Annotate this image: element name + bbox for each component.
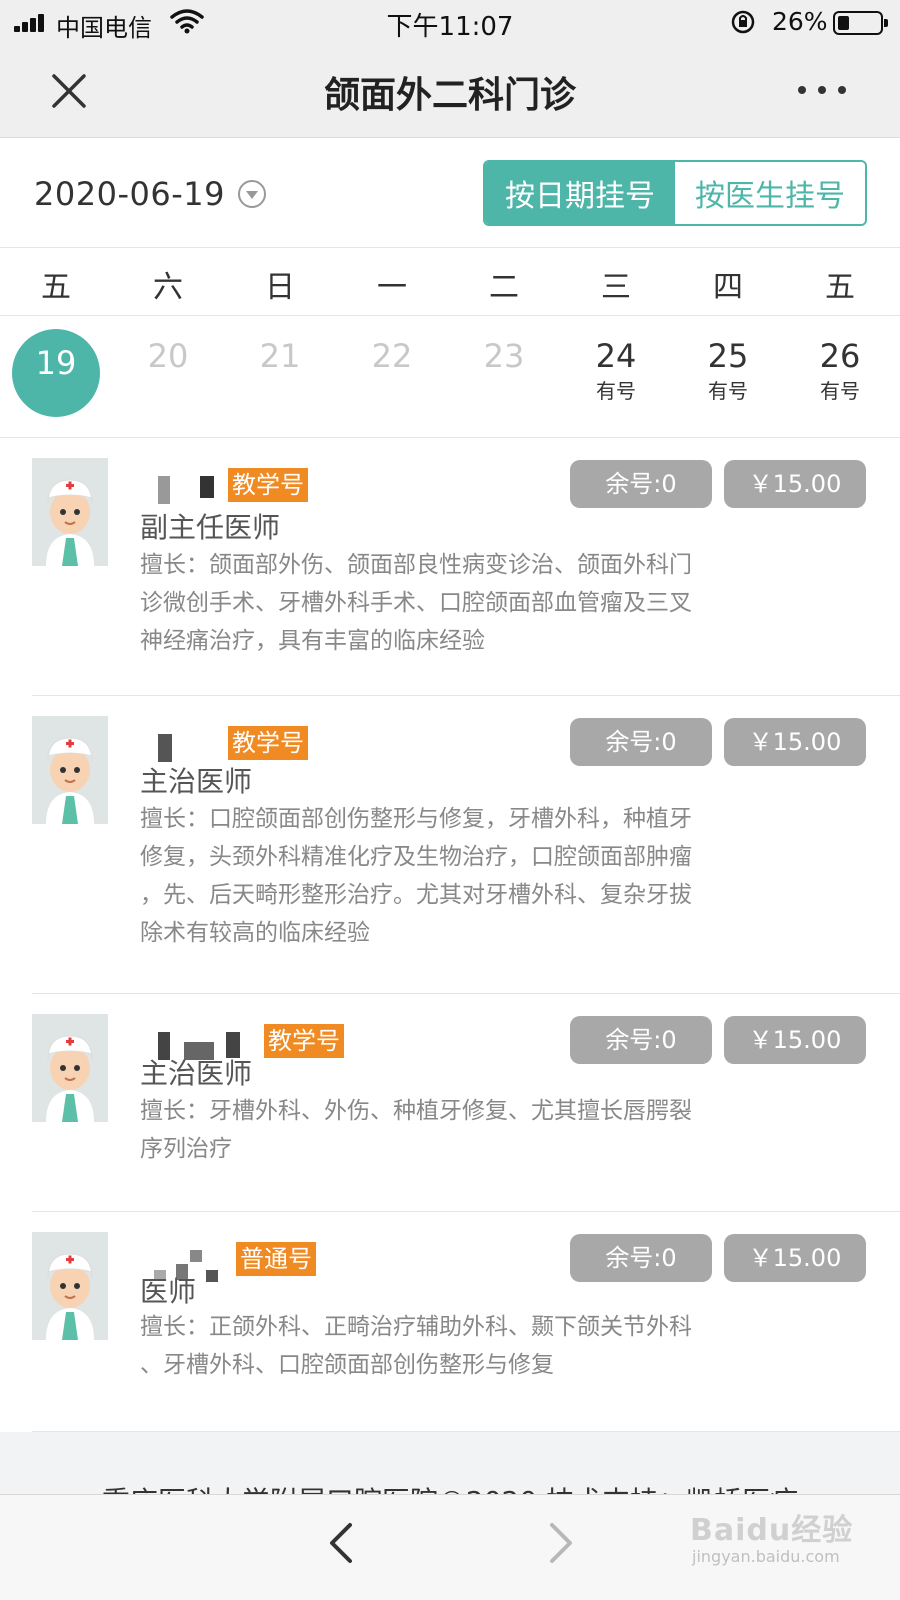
day-number: 21	[259, 337, 301, 375]
specialty-line: 除术有较高的临床经验	[140, 920, 370, 946]
price-button[interactable]: ￥15.00	[724, 1016, 866, 1064]
weekday-label: 五	[41, 270, 71, 305]
weekday-label: 四	[713, 270, 743, 305]
availability-label: 有号	[708, 379, 748, 403]
remaining-slots-button[interactable]: 余号:0	[570, 1016, 712, 1064]
doctor-specialty: 擅长：口腔颌面部创伤整形与修复，牙槽外科，种植牙 修复，头颈外科精准化疗及生物治…	[140, 800, 780, 952]
day-24[interactable]: 24 有号	[566, 328, 666, 420]
day-number: 26	[819, 337, 861, 375]
rotation-lock-icon	[731, 10, 755, 34]
day-23: 23	[454, 328, 554, 420]
doctor-title: 副主任医师	[140, 511, 281, 544]
specialty-line: 神经痛治疗，具有丰富的临床经验	[140, 628, 485, 654]
doctor-avatar	[32, 1232, 108, 1340]
remaining-slots-button[interactable]: 余号:0	[570, 460, 712, 508]
day-22: 22	[342, 328, 442, 420]
page-title: 颌面外二科门诊	[323, 75, 576, 116]
registration-type-tag: 普通号	[236, 1242, 316, 1276]
more-icon[interactable]	[794, 74, 850, 106]
day-number: 20	[147, 337, 189, 375]
nav-bar: 颌面外二科门诊	[0, 44, 900, 138]
doctor-avatar	[32, 1014, 108, 1122]
chevron-down-circle-icon	[237, 180, 266, 208]
registration-type-tag: 教学号	[264, 1024, 344, 1058]
watermark: Baidu经验 jingyan.baidu.com	[690, 1505, 860, 1575]
battery-percent: 26%	[772, 7, 828, 36]
date-picker[interactable]: 2020-06-19	[34, 172, 267, 216]
tab-by-doctor[interactable]: 按医生挂号	[675, 162, 865, 224]
day-number: 23	[483, 337, 525, 375]
day-selector: 19 20 21 22 23 24 有号 25 有号 26 有号	[0, 316, 900, 438]
day-19[interactable]: 19	[12, 329, 100, 417]
availability-label: 有号	[820, 379, 860, 403]
watermark-brand: Baidu经验	[690, 1513, 854, 1548]
specialty-line: 擅长：口腔颌面部创伤整形与修复，牙槽外科，种植牙	[140, 806, 692, 832]
registration-type-tag: 教学号	[228, 468, 308, 502]
availability-label: 有号	[596, 379, 636, 403]
chevron-left-icon[interactable]	[316, 1515, 366, 1571]
weekday-header: 五 六 日 一 二 三 四 五	[0, 248, 900, 316]
doctor-card[interactable]: 教学号 余号:0 ￥15.00 主治医师 擅长：口腔颌面部创伤整形与修复，牙槽外…	[32, 696, 900, 994]
specialty-line: 诊微创手术、牙槽外科手术、口腔颌面部血管瘤及三叉	[140, 590, 692, 616]
doctor-specialty: 擅长：颌面部外伤、颌面部良性病变诊治、颌面外科门 诊微创手术、牙槽外科手术、口腔…	[140, 546, 780, 660]
specialty-line: 擅长：牙槽外科、外伤、种植牙修复、尤其擅长唇腭裂	[140, 1098, 692, 1124]
weekday-label: 五	[825, 270, 855, 305]
remaining-slots-button[interactable]: 余号:0	[570, 718, 712, 766]
doctor-card[interactable]: 普通号 余号:0 ￥15.00 医师 擅长：正颌外科、正畸治疗辅助外科、颞下颌关…	[32, 1212, 900, 1432]
day-number: 19	[35, 344, 77, 382]
chevron-right-icon[interactable]	[536, 1515, 586, 1571]
price-button[interactable]: ￥15.00	[724, 1234, 866, 1282]
weekday-label: 日	[265, 270, 295, 305]
remaining-slots-button[interactable]: 余号:0	[570, 1234, 712, 1282]
weekday-label: 六	[153, 270, 183, 305]
doctor-card[interactable]: 教学号 余号:0 ￥15.00 主治医师 擅长：牙槽外科、外伤、种植牙修复、尤其…	[32, 994, 900, 1212]
day-number: 25	[707, 337, 749, 375]
price-button[interactable]: ￥15.00	[724, 460, 866, 508]
battery-icon	[833, 11, 888, 35]
doctor-title: 主治医师	[140, 765, 253, 798]
doctor-title: 医师	[140, 1275, 197, 1308]
day-25[interactable]: 25 有号	[678, 328, 778, 420]
weekday-label: 二	[489, 270, 519, 305]
specialty-line: 擅长：正颌外科、正畸治疗辅助外科、颞下颌关节外科	[140, 1314, 692, 1340]
doctor-card[interactable]: 教学号 余号:0 ￥15.00 副主任医师 擅长：颌面部外伤、颌面部良性病变诊治…	[32, 438, 900, 696]
registration-type-tag: 教学号	[228, 726, 308, 760]
watermark-url: jingyan.baidu.com	[692, 1547, 840, 1566]
specialty-line: 修复，头颈外科精准化疗及生物治疗，口腔颌面部肿瘤	[140, 844, 692, 870]
day-number: 24	[595, 337, 637, 375]
weekday-label: 三	[601, 270, 631, 305]
clock: 下午11:07	[386, 12, 514, 42]
doctor-specialty: 擅长：正颌外科、正畸治疗辅助外科、颞下颌关节外科 、牙槽外科、口腔颌面部创伤整形…	[140, 1308, 780, 1384]
specialty-line: ，先、后天畸形整形治疗。尤其对牙槽外科、复杂牙拔	[140, 882, 692, 908]
status-bar: 中国电信 下午11:07 26%	[0, 0, 900, 44]
tab-by-date[interactable]: 按日期挂号	[485, 162, 675, 224]
selected-date: 2020-06-19	[34, 175, 225, 213]
weekday-label: 一	[377, 270, 407, 305]
doctor-specialty: 擅长：牙槽外科、外伤、种植牙修复、尤其擅长唇腭裂 序列治疗	[140, 1092, 780, 1168]
date-selector-row: 2020-06-19 按日期挂号 按医生挂号	[0, 138, 900, 248]
day-20: 20	[118, 328, 218, 420]
day-26[interactable]: 26 有号	[790, 328, 890, 420]
day-21: 21	[230, 328, 330, 420]
bottom-navigation-bar: Baidu经验 jingyan.baidu.com	[0, 1494, 900, 1600]
specialty-line: 、牙槽外科、口腔颌面部创伤整形与修复	[140, 1352, 554, 1378]
day-number: 22	[371, 337, 413, 375]
registration-mode-tabs: 按日期挂号 按医生挂号	[483, 160, 867, 226]
specialty-line: 擅长：颌面部外伤、颌面部良性病变诊治、颌面外科门	[140, 552, 692, 578]
doctor-avatar	[32, 716, 108, 824]
price-button[interactable]: ￥15.00	[724, 718, 866, 766]
doctor-avatar	[32, 458, 108, 566]
doctor-name-redacted	[140, 476, 230, 506]
specialty-line: 序列治疗	[140, 1136, 232, 1162]
doctor-title: 主治医师	[140, 1057, 253, 1090]
